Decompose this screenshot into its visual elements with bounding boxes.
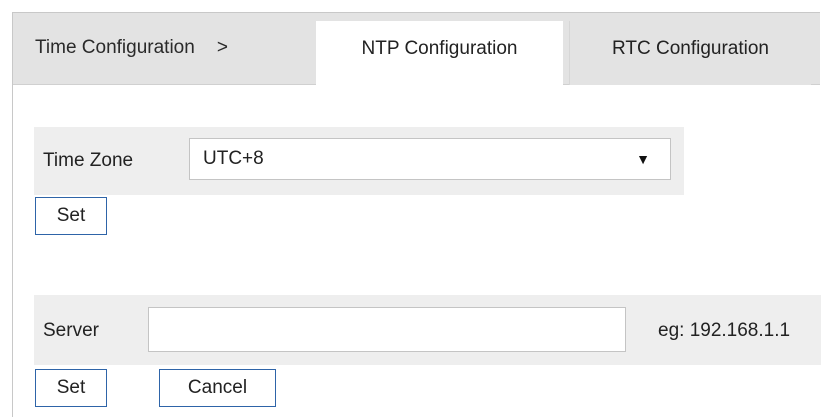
server-row: Server eg: 192.168.1.1 (34, 295, 821, 365)
server-hint: eg: 192.168.1.1 (658, 320, 791, 341)
time-zone-row: Time Zone UTC+8 ▼ (34, 127, 684, 195)
breadcrumb: Time Configuration > (35, 35, 228, 61)
tab-bar: Time Configuration > NTP Configuration RT… (13, 13, 820, 85)
ntp-config-panel: Time Configuration > NTP Configuration RT… (12, 12, 821, 417)
tab-rtc-configuration[interactable]: RTC Configuration (569, 21, 811, 85)
time-zone-value: UTC+8 (203, 148, 264, 169)
server-input[interactable] (148, 307, 626, 352)
time-zone-select[interactable]: UTC+8 ▼ (189, 138, 671, 180)
tab-ntp-configuration[interactable]: NTP Configuration (316, 21, 563, 85)
tab-ntp-label: NTP Configuration (361, 38, 518, 59)
breadcrumb-time-configuration[interactable]: Time Configuration (35, 37, 195, 58)
server-set-button[interactable]: Set (35, 369, 107, 407)
tab-rtc-label: RTC Configuration (611, 38, 769, 59)
time-zone-label: Time Zone (43, 150, 134, 171)
dropdown-arrow-icon: ▼ (636, 151, 650, 167)
cancel-button[interactable]: Cancel (159, 369, 276, 407)
server-label: Server (43, 320, 99, 341)
breadcrumb-separator: > (216, 37, 228, 58)
time-zone-set-button[interactable]: Set (35, 197, 107, 235)
